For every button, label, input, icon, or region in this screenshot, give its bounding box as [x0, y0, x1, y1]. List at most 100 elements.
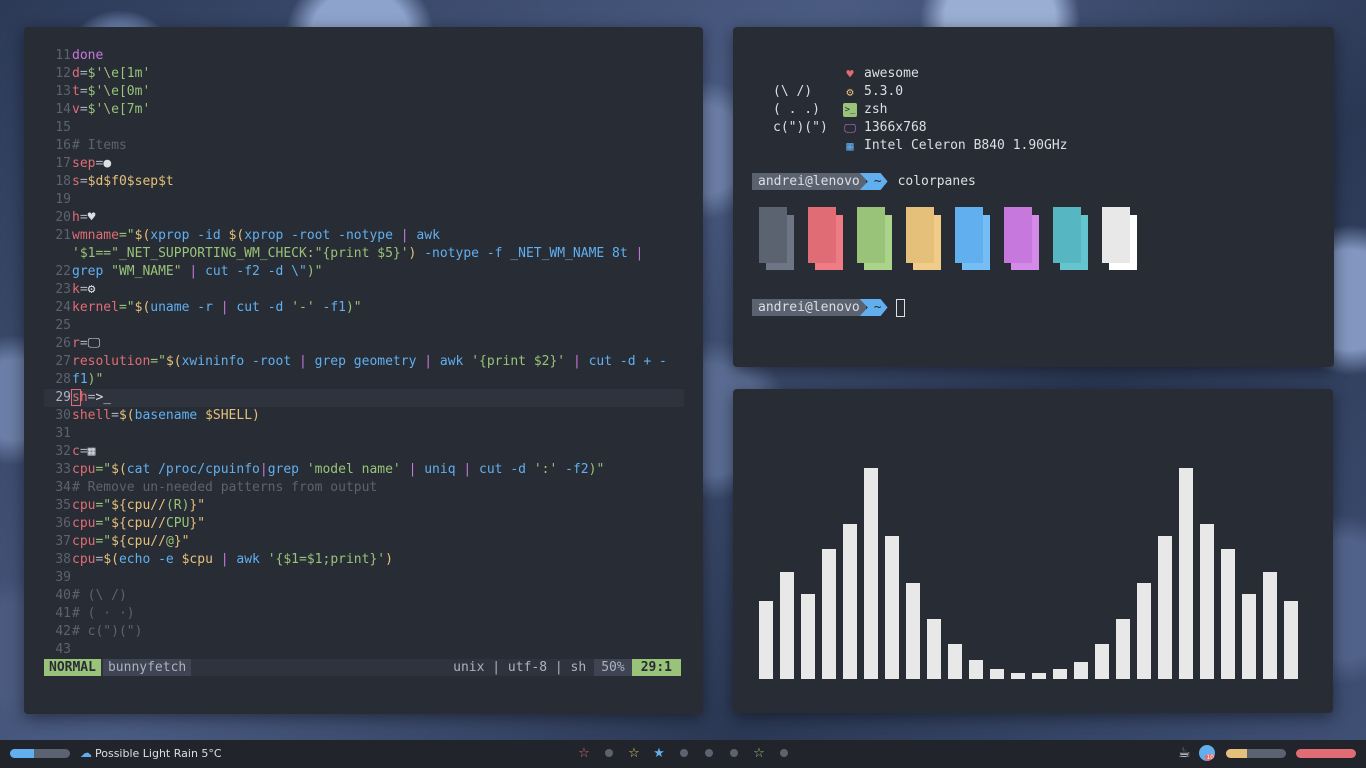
- color-pane: [955, 207, 990, 270]
- shell-prompt[interactable]: andrei@lenovo ~: [752, 298, 905, 317]
- line-text: # c(")("): [72, 624, 143, 639]
- code-line[interactable]: 42 # c(")("): [44, 623, 684, 641]
- text-cursor: [895, 298, 905, 317]
- code-line[interactable]: 13 t=$'\e[0m': [44, 83, 684, 101]
- line-number: 32: [55, 444, 71, 459]
- audio-visualizer-window[interactable]: [733, 389, 1333, 713]
- bunny-art-line: (\ /): [773, 84, 813, 99]
- line-text: resolution="$(xwininfo -root | grep geom…: [72, 354, 667, 387]
- line-text: cpu=$(echo -e $cpu | awk '{$1=$1;print}'…: [72, 552, 393, 567]
- line-text: sep=●: [72, 156, 112, 171]
- prompt-command: colorpanes: [897, 174, 976, 189]
- code-area[interactable]: 11 done 12 d=$'\e[1m' 13 t=$'\e[0m' 14 v=$'\e[7…: [44, 47, 684, 659]
- star-outline-icon[interactable]: ☆: [628, 747, 640, 760]
- code-line[interactable]: 37 cpu="${cpu//@}": [44, 533, 684, 551]
- code-line[interactable]: 15: [44, 119, 684, 137]
- line-text: wmname="$(xprop -id $(xprop -root -notyp…: [72, 228, 652, 279]
- notification-badge[interactable]: 10: [1199, 745, 1215, 761]
- mode-indicator: NORMAL: [44, 659, 101, 676]
- line-number: 37: [55, 534, 71, 549]
- terminal-window[interactable]: (\ /) ( . .) c(")(") ♥ awesome ⚙ 5.3.0 >_ zsh…: [733, 27, 1334, 367]
- line-text: # (\ /): [72, 588, 127, 603]
- code-line[interactable]: 36 cpu="${cpu//CPU}": [44, 515, 684, 533]
- info-row: 🖵 1366x768: [843, 119, 1068, 137]
- visualizer-bar: [1179, 468, 1193, 679]
- terminal-icon: >_: [843, 103, 857, 117]
- line-text: sh=>_: [71, 389, 112, 406]
- code-line[interactable]: 29 sh=>_: [44, 389, 684, 407]
- code-line[interactable]: 24 kernel="$(uname -r | cut -d '-' -f1)": [44, 299, 684, 317]
- star-outline-icon[interactable]: ☆: [578, 747, 590, 760]
- editor-window[interactable]: 11 done 12 d=$'\e[1m' 13 t=$'\e[0m' 14 v=$'\e[7…: [24, 27, 703, 714]
- visualizer-bar: [1074, 662, 1088, 679]
- line-number: 31: [55, 426, 71, 441]
- dot-icon[interactable]: [605, 749, 613, 757]
- line-number: 43: [55, 642, 71, 657]
- info-row: >_ zsh: [843, 101, 1068, 119]
- line-text: done: [72, 48, 104, 63]
- color-pane: [1102, 207, 1137, 270]
- cpu-icon: ▦: [846, 139, 854, 153]
- line-number: 18: [55, 174, 71, 189]
- visualizer-bar: [1053, 669, 1067, 679]
- line-number: 23: [55, 282, 71, 297]
- line-text: s=$d$f0$sep$t: [72, 174, 174, 189]
- code-line[interactable]: 22: [44, 263, 684, 281]
- code-line[interactable]: 21 wmname="$(xprop -id $(xprop -root -not…: [44, 227, 684, 279]
- code-line[interactable]: 40 # (\ /): [44, 587, 684, 605]
- volume-bar-fill: [10, 749, 34, 758]
- code-line[interactable]: 34 # Remove un-needed patterns from outpu…: [44, 479, 684, 497]
- code-line[interactable]: 38 cpu=$(echo -e $cpu | awk '{$1=$1;print…: [44, 551, 684, 569]
- info-row: ⚙ 5.3.0: [843, 83, 1068, 101]
- battery-bar: [1226, 749, 1286, 758]
- file-format-label: unix | utf-8 | sh: [453, 660, 587, 675]
- code-line[interactable]: 19: [44, 191, 684, 209]
- code-line[interactable]: 18 s=$d$f0$sep$t: [44, 173, 684, 191]
- code-line[interactable]: 11 done: [44, 47, 684, 65]
- code-line[interactable]: 43: [44, 641, 684, 659]
- bunny-art-line: c(")("): [773, 120, 828, 135]
- code-line[interactable]: 41 # ( · ·): [44, 605, 684, 623]
- color-pane: [759, 207, 794, 270]
- code-line[interactable]: 26 r=🖵: [44, 335, 684, 353]
- visualizer-bar: [948, 644, 962, 679]
- dot-icon[interactable]: [730, 749, 738, 757]
- code-line[interactable]: 14 v=$'\e[7m': [44, 101, 684, 119]
- code-line[interactable]: 12 d=$'\e[1m': [44, 65, 684, 83]
- volume-bar[interactable]: [10, 749, 70, 758]
- line-number: 41: [55, 606, 71, 621]
- code-line[interactable]: 23 k=⚙: [44, 281, 684, 299]
- line-text: cpu="${cpu//CPU}": [72, 516, 206, 531]
- line-text: v=$'\e[7m': [72, 102, 151, 117]
- code-line[interactable]: 25: [44, 317, 684, 335]
- code-line[interactable]: 17 sep=●: [44, 155, 684, 173]
- dot-icon[interactable]: [680, 749, 688, 757]
- code-line[interactable]: 39: [44, 569, 684, 587]
- line-number: 24: [55, 300, 71, 315]
- code-line[interactable]: 31: [44, 425, 684, 443]
- code-line[interactable]: 30 shell=$(basename $SHELL): [44, 407, 684, 425]
- visualizer-bar: [759, 601, 773, 679]
- star-outline-icon[interactable]: ☆: [753, 747, 765, 760]
- star-filled-icon[interactable]: ★: [653, 747, 665, 760]
- visualizer-bar: [864, 468, 878, 679]
- cloud-rain-icon: ☁: [80, 746, 92, 760]
- color-pane: [808, 207, 843, 270]
- line-text: shell=$(basename $SHELL): [72, 408, 260, 423]
- visualizer-bar: [1116, 619, 1130, 679]
- visualizer-bar: [1158, 536, 1172, 679]
- line-number: 12: [55, 66, 71, 81]
- code-line[interactable]: 28: [44, 371, 684, 389]
- dot-icon[interactable]: [780, 749, 788, 757]
- gear-icon: ⚙: [846, 85, 854, 99]
- color-pane: [1053, 207, 1088, 270]
- coffee-icon[interactable]: ☕: [1178, 745, 1191, 761]
- code-line[interactable]: 20 h=♥: [44, 209, 684, 227]
- code-line[interactable]: 27 resolution="$(xwininfo -root | grep ge…: [44, 353, 684, 387]
- code-line[interactable]: 33 cpu="$(cat /proc/cpuinfo|grep 'model n…: [44, 461, 684, 479]
- visualizer-bar: [843, 524, 857, 679]
- code-line[interactable]: 32 c=▦: [44, 443, 684, 461]
- code-line[interactable]: 35 cpu="${cpu//(R)}": [44, 497, 684, 515]
- code-line[interactable]: 16 # Items: [44, 137, 684, 155]
- dot-icon[interactable]: [705, 749, 713, 757]
